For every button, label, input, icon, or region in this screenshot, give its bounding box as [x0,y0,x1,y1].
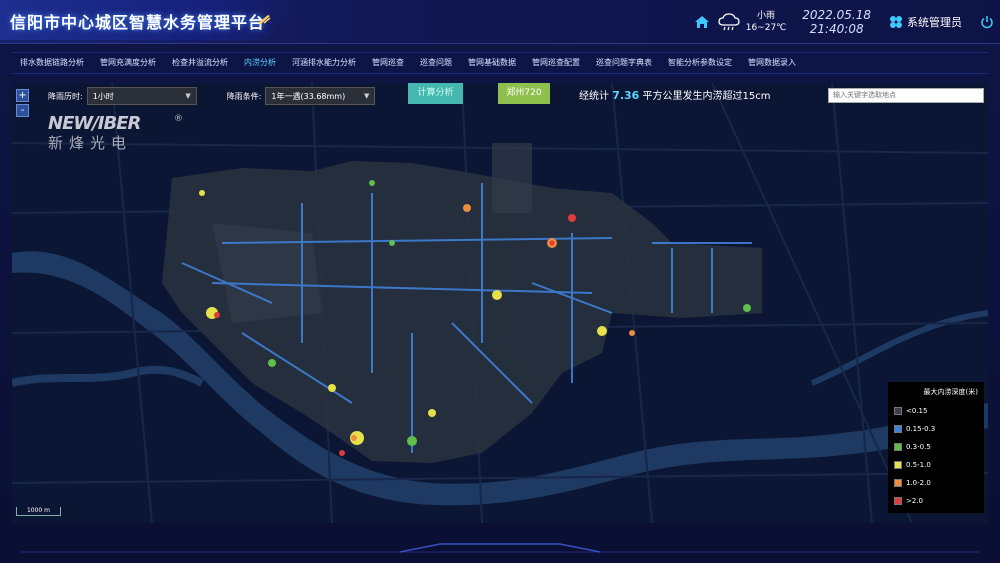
legend-row: 0.5-1.0 [894,456,978,474]
date-text: 2022.05.18 [802,8,871,22]
nav-item[interactable]: 管网巡查 [364,52,412,74]
legend-row: >2.0 [894,492,978,510]
bottom-decoration [20,543,980,553]
legend-swatch [894,479,902,487]
user-name: 系统管理员 [907,16,962,29]
legend-swatch [894,461,902,469]
weather: 小雨 16~27℃ [718,10,787,34]
map-panel[interactable]: + - 降雨历时: 1小时 ▼ 降雨条件: 1年一遇(33.68mm) ▼ 计算… [12,83,988,523]
stat-suffix: 平方公里发生内涝超过15cm [642,91,771,102]
stat-value: 7.36 [612,89,640,102]
zoom-out-button[interactable]: - [16,104,29,117]
legend-swatch [894,443,902,451]
nav-item[interactable]: 巡查问题字典表 [588,52,660,74]
legend-swatch [894,425,902,433]
title-decoration-icon [258,15,271,24]
page-title: 信阳市中心城区智慧水务管理平台 [10,13,266,32]
nav-item[interactable]: 管网充满度分析 [92,52,164,74]
power-icon[interactable] [980,15,994,29]
duration-label: 降雨历时: [48,91,83,101]
registered-mark: ® [174,114,183,124]
header-right: 小雨 16~27℃ 2022.05.18 21:40:08 系统管理员 [694,6,994,38]
condition-select[interactable]: 1年一遇(33.68mm) ▼ [265,87,376,105]
main-nav: 排水数据链路分析 管网充满度分析 检查井溢流分析 内涝分析 河涵排水能力分析 管网巡查 巡查… [12,52,988,74]
nav-item[interactable]: 河涵排水能力分析 [284,52,364,74]
flood-depth-legend: 最大内涝深度(米) <0.15 0.15-0.3 0.3-0.5 0.5-1.0 1.0… [888,382,984,513]
nav-item[interactable]: 内涝分析 [236,52,284,74]
company-logo: NEW/IBER ® 新烽光电 [48,113,183,153]
duration-value: 1小时 [92,91,114,101]
nav-item[interactable]: 排水数据链路分析 [12,52,92,74]
legend-label: <0.15 [906,407,928,415]
legend-row: 1.0-2.0 [894,474,978,492]
logo-english: NEW/IBER [48,113,141,134]
map-scale-bar: 1000 m [16,507,61,516]
weather-condition: 小雨 [756,11,775,21]
chevron-down-icon: ▼ [364,92,370,100]
home-icon[interactable] [694,14,710,30]
legend-swatch [894,497,902,505]
user-menu[interactable]: 系统管理员 [889,14,962,30]
header: 信阳市中心城区智慧水务管理平台 小雨 16~27℃ 2022.05.18 21:… [0,0,1000,44]
legend-row: 0.3-0.5 [894,438,978,456]
zoom-in-button[interactable]: + [16,89,29,102]
flood-statistic: 经统计 7.36 平方公里发生内涝超过15cm [579,87,770,102]
nav-item[interactable]: 管网数据录入 [740,52,804,74]
app-frame: 信阳市中心城区智慧水务管理平台 小雨 16~27℃ 2022.05.18 21:… [0,0,1000,563]
flood-map[interactable] [12,83,988,523]
place-search-input[interactable] [828,88,984,103]
duration-select[interactable]: 1小时 ▼ [86,87,197,105]
datetime: 2022.05.18 21:40:08 [802,8,871,36]
weather-temp: 16~27℃ [745,23,787,33]
stat-prefix: 经统计 [579,91,609,102]
legend-label: 0.15-0.3 [906,425,936,433]
user-icon [890,16,902,28]
nav-item[interactable]: 管网巡查配置 [524,52,588,74]
legend-row: 0.15-0.3 [894,420,978,438]
time-text: 21:40:08 [809,22,864,36]
legend-title: 最大内涝深度(米) [923,388,978,396]
logo-chinese: 新烽光电 [48,134,133,152]
calculate-button[interactable]: 计算分析 [408,83,463,104]
zhengzhou-720-button[interactable]: 郑州720 [498,83,550,104]
condition-value: 1年一遇(33.68mm) [271,91,346,101]
legend-label: 0.5-1.0 [906,461,931,469]
condition-label: 降雨条件: [226,91,262,101]
zoom-controls: + - [16,89,29,117]
nav-item[interactable]: 智能分析参数设定 [660,52,740,74]
legend-label: 1.0-2.0 [906,479,931,487]
legend-label: >2.0 [906,497,923,505]
nav-item[interactable]: 管网基础数据 [460,52,524,74]
legend-row: <0.15 [894,402,978,420]
legend-label: 0.3-0.5 [906,443,931,451]
legend-swatch [894,407,902,415]
analysis-toolbar: 降雨历时: 1小时 ▼ 降雨条件: 1年一遇(33.68mm) ▼ [48,86,376,106]
nav-item[interactable]: 检查井溢流分析 [164,52,236,74]
nav-item[interactable]: 巡查问题 [412,52,460,74]
rain-cloud-icon [718,13,740,31]
chevron-down-icon: ▼ [185,92,191,100]
